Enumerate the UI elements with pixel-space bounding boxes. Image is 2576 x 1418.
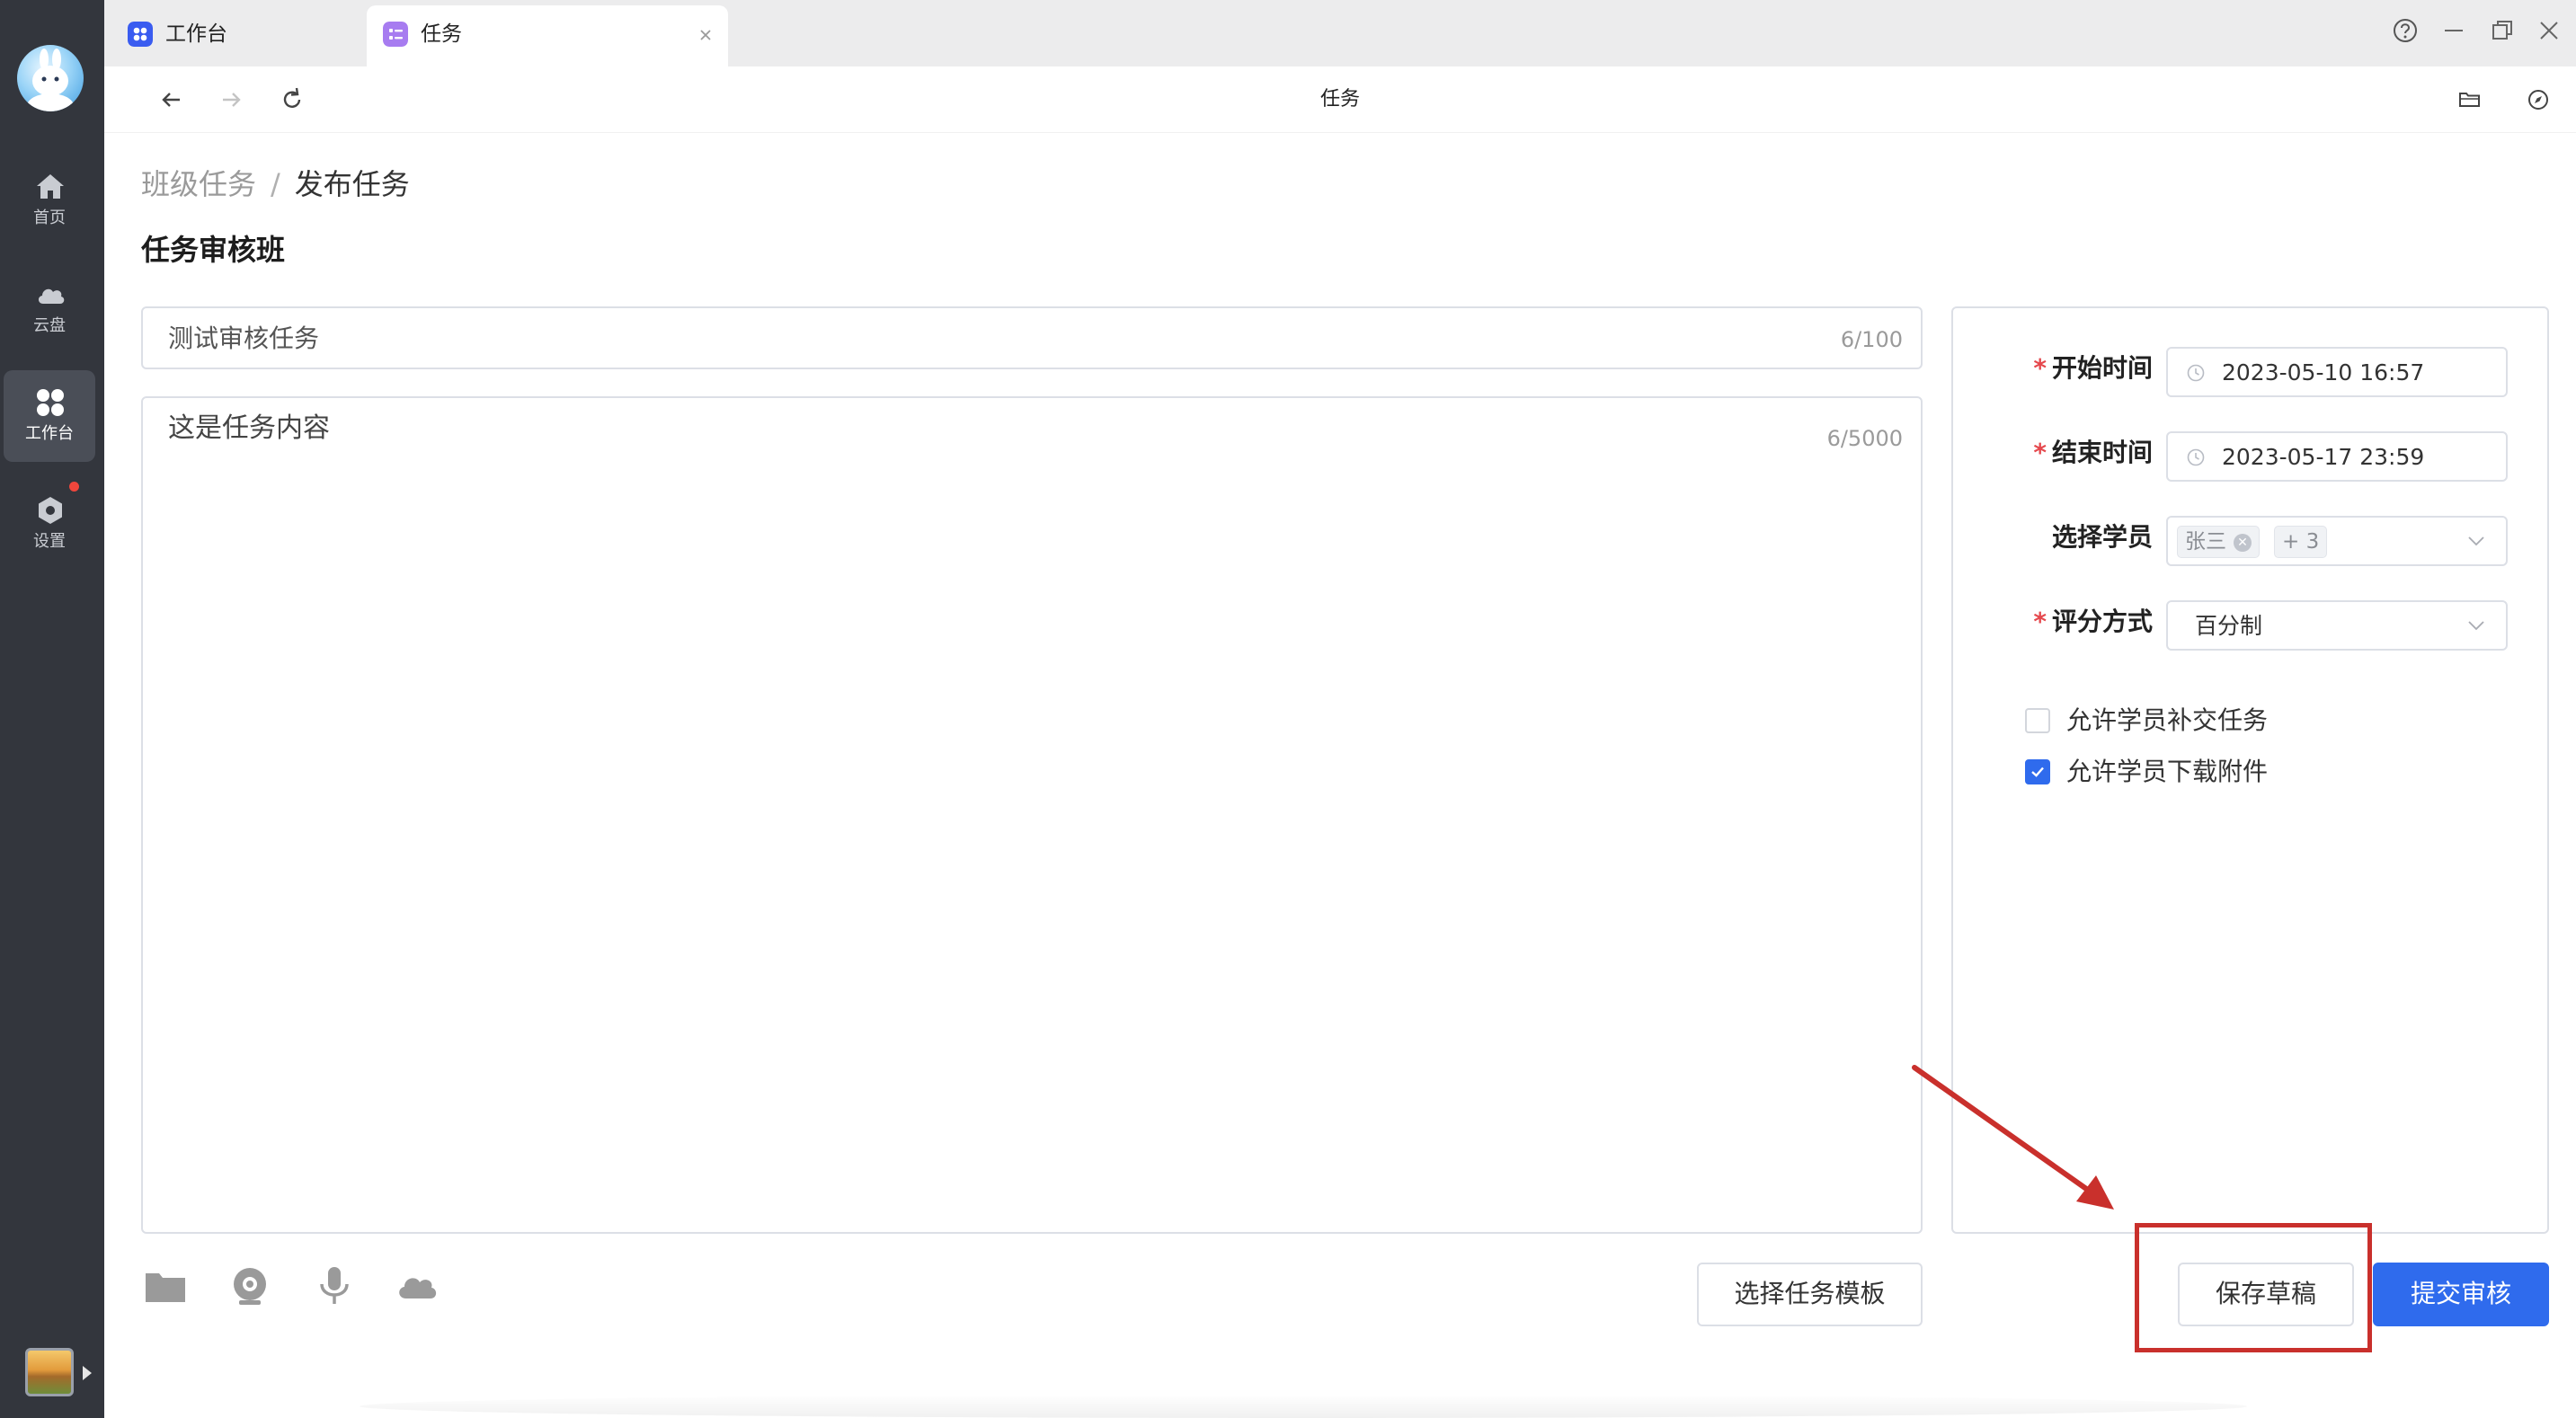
grading-value: 百分制 bbox=[2195, 613, 2263, 639]
sidebar-item-label: 云盘 bbox=[33, 316, 66, 335]
submit-review-button[interactable]: 提交审核 bbox=[2373, 1263, 2549, 1326]
close-window-icon[interactable] bbox=[2533, 14, 2565, 47]
compass-icon[interactable] bbox=[2521, 83, 2555, 117]
restore-icon[interactable] bbox=[2486, 14, 2518, 47]
task-content-textarea[interactable]: 这是任务内容 6/5000 bbox=[141, 396, 1923, 1234]
start-time-label: * 开始时间 bbox=[2033, 353, 2153, 383]
microphone-icon[interactable] bbox=[311, 1263, 358, 1309]
sidebar-item-label: 工作台 bbox=[25, 424, 74, 443]
tab-workbench[interactable]: 工作台 bbox=[111, 5, 372, 66]
allow-late-submit-label: 允许学员补交任务 bbox=[2066, 705, 2269, 735]
end-time-value: 2023-05-17 23:59 bbox=[2222, 444, 2425, 470]
start-time-value: 2023-05-10 16:57 bbox=[2222, 359, 2425, 386]
workbench-tab-icon bbox=[128, 22, 153, 47]
clock-icon bbox=[2187, 364, 2205, 382]
cloud-upload-icon[interactable] bbox=[394, 1263, 440, 1309]
students-select[interactable]: 张三 ✕ + 3 bbox=[2166, 516, 2508, 566]
end-time-picker[interactable]: 2023-05-17 23:59 bbox=[2166, 431, 2508, 482]
breadcrumb-separator: / bbox=[271, 167, 280, 201]
cloud-icon bbox=[38, 288, 65, 304]
allow-download-checkbox[interactable] bbox=[2025, 759, 2050, 784]
task-content-value: 这是任务内容 bbox=[168, 412, 330, 444]
minimize-icon[interactable] bbox=[2438, 14, 2470, 47]
required-mark: * bbox=[2033, 353, 2047, 383]
breadcrumb: 班级任务 / 发布任务 bbox=[141, 164, 410, 204]
student-tag: 张三 ✕ bbox=[2177, 526, 2260, 558]
allow-download-label: 允许学员下载附件 bbox=[2066, 757, 2269, 786]
left-sidebar: 首页 云盘 工作台 设置 bbox=[0, 0, 104, 1418]
camera-icon[interactable] bbox=[227, 1263, 273, 1309]
sidebar-item-settings[interactable]: 设置 bbox=[4, 478, 95, 570]
help-icon[interactable] bbox=[2389, 14, 2421, 47]
required-mark: * bbox=[2033, 438, 2047, 467]
class-title: 任务审核班 bbox=[141, 233, 286, 267]
annotation-arrow-icon bbox=[1912, 1065, 2114, 1210]
page-title: 任务 bbox=[1319, 88, 1360, 111]
required-mark: * bbox=[2033, 607, 2047, 636]
tab-task[interactable]: 任务 bbox=[367, 5, 728, 66]
workbench-icon bbox=[37, 389, 64, 416]
chevron-down-icon bbox=[2468, 536, 2484, 546]
end-time-label: * 结束时间 bbox=[2033, 438, 2153, 467]
sidebar-item-label: 首页 bbox=[33, 208, 66, 227]
select-template-button[interactable]: 选择任务模板 bbox=[1697, 1263, 1923, 1326]
checkmark-icon bbox=[2031, 767, 2044, 777]
tab-label: 任务 bbox=[421, 22, 462, 46]
grading-label: * 评分方式 bbox=[2033, 607, 2153, 636]
close-tab-icon[interactable] bbox=[696, 25, 715, 45]
remove-tag-icon[interactable]: ✕ bbox=[2234, 534, 2252, 552]
sidebar-item-home[interactable]: 首页 bbox=[4, 155, 95, 246]
notification-badge bbox=[69, 482, 79, 492]
task-content-counter: 6/5000 bbox=[1826, 426, 1903, 451]
window-bottom-shadow bbox=[360, 1395, 2247, 1418]
grading-select[interactable]: 百分制 bbox=[2166, 600, 2508, 651]
tab-bar: 工作台 任务 bbox=[104, 0, 2576, 66]
settings-icon bbox=[39, 497, 62, 524]
task-tab-icon bbox=[383, 22, 408, 47]
navigation-toolbar: 任务 bbox=[104, 66, 2576, 133]
task-title-value: 测试审核任务 bbox=[168, 323, 320, 353]
attach-file-icon[interactable] bbox=[142, 1263, 189, 1309]
expand-arrow-icon[interactable] bbox=[83, 1366, 92, 1380]
sidebar-item-cloud[interactable]: 云盘 bbox=[4, 262, 95, 354]
tab-label: 工作台 bbox=[165, 22, 227, 46]
allow-late-submit-checkbox[interactable] bbox=[2025, 708, 2050, 733]
sidebar-item-label: 设置 bbox=[33, 532, 66, 551]
more-students-tag: + 3 bbox=[2274, 526, 2328, 558]
user-avatar[interactable] bbox=[17, 45, 84, 111]
breadcrumb-current: 发布任务 bbox=[294, 167, 410, 201]
start-time-picker[interactable]: 2023-05-10 16:57 bbox=[2166, 347, 2508, 397]
wallpaper-thumbnail[interactable] bbox=[25, 1348, 74, 1396]
breadcrumb-parent-link[interactable]: 班级任务 bbox=[141, 167, 256, 201]
home-icon bbox=[37, 174, 64, 199]
students-label: 选择学员 bbox=[2051, 522, 2153, 552]
task-title-input[interactable]: 测试审核任务 6/100 bbox=[141, 306, 1923, 369]
chevron-down-icon bbox=[2468, 621, 2484, 631]
highlight-box bbox=[2135, 1223, 2372, 1352]
clock-icon bbox=[2187, 448, 2205, 466]
sidebar-item-workbench[interactable]: 工作台 bbox=[4, 370, 95, 462]
task-title-counter: 6/100 bbox=[1840, 327, 1903, 352]
folder-icon[interactable] bbox=[2453, 83, 2487, 117]
